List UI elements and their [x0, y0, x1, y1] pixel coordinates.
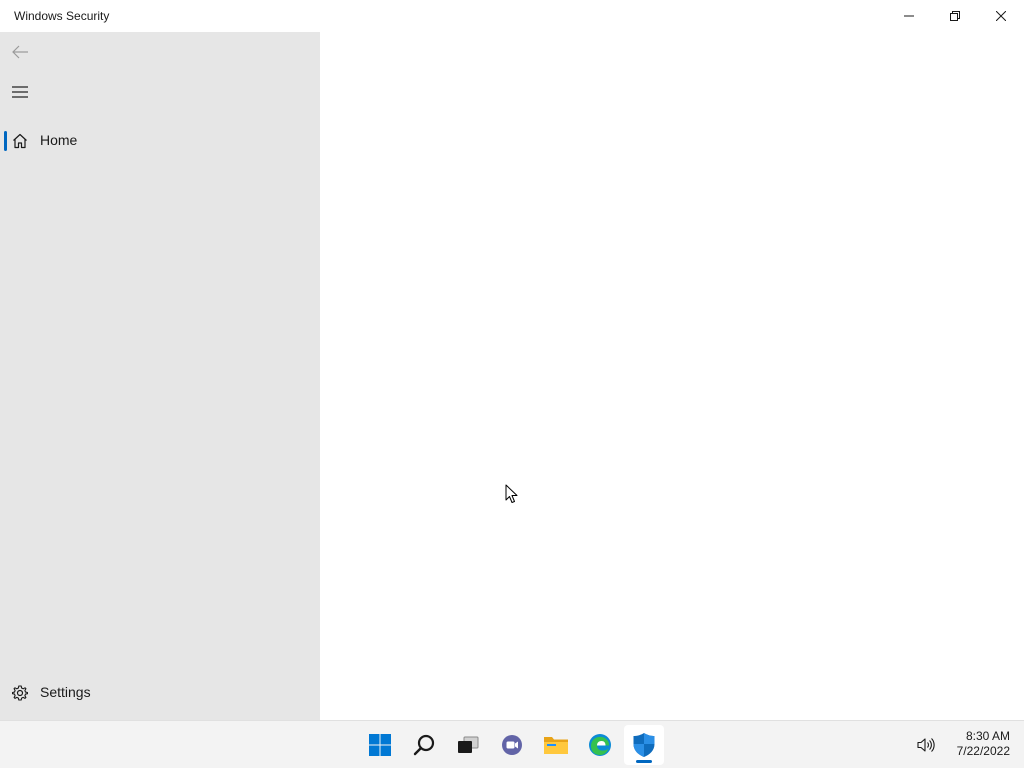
- taskbar: 8:30 AM 7/22/2022: [0, 720, 1024, 768]
- sidebar-item-settings[interactable]: Settings: [0, 673, 320, 713]
- shield-icon: [633, 733, 655, 757]
- sidebar-item-label: Settings: [40, 684, 91, 700]
- task-view-button[interactable]: [448, 725, 488, 765]
- chat-icon: [502, 735, 522, 755]
- volume-button[interactable]: [914, 733, 938, 757]
- search-button[interactable]: [404, 725, 444, 765]
- title-bar: Windows Security: [0, 0, 1024, 32]
- selection-indicator: [4, 131, 7, 151]
- edge-button[interactable]: [580, 725, 620, 765]
- edge-icon: [589, 734, 611, 756]
- windows-logo-icon: [369, 734, 391, 756]
- home-icon: [10, 131, 30, 151]
- file-explorer-button[interactable]: [536, 725, 576, 765]
- close-icon: [996, 11, 1006, 21]
- folder-icon: [544, 737, 568, 754]
- gear-icon: [10, 683, 30, 703]
- restore-button[interactable]: [932, 0, 978, 32]
- sidebar-item-home[interactable]: Home: [0, 121, 320, 161]
- sidebar-item-label: Home: [40, 132, 78, 148]
- minimize-icon: [904, 15, 914, 17]
- task-view-icon: [458, 736, 479, 753]
- close-button[interactable]: [978, 0, 1024, 32]
- navigation-pane: Home Settings: [0, 32, 320, 720]
- clock-date: 7/22/2022: [956, 744, 1010, 758]
- hamburger-menu-button[interactable]: [0, 72, 40, 112]
- hamburger-icon: [12, 86, 28, 98]
- clock-time: 8:30 AM: [965, 729, 1010, 743]
- mouse-cursor-icon: [505, 484, 518, 503]
- search-icon: [413, 734, 435, 756]
- restore-icon: [950, 11, 960, 21]
- system-clock[interactable]: 8:30 AM 7/22/2022: [944, 729, 1010, 759]
- windows-security-taskbar-button[interactable]: [624, 725, 664, 765]
- minimize-button[interactable]: [886, 0, 932, 32]
- running-indicator: [636, 760, 652, 763]
- back-arrow-icon: [12, 45, 28, 59]
- main-content: [320, 32, 1024, 720]
- window-title: Windows Security: [14, 9, 110, 23]
- chat-button[interactable]: [492, 725, 532, 765]
- speaker-icon: [917, 738, 935, 752]
- back-button[interactable]: [0, 32, 40, 72]
- start-button[interactable]: [360, 725, 400, 765]
